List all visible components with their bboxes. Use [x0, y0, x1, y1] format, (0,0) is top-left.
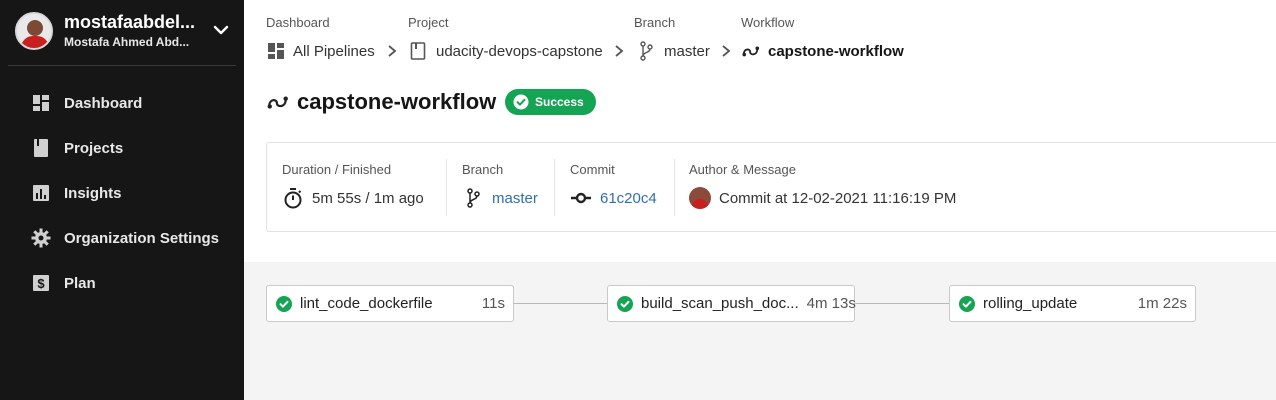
commit-link[interactable]: 61c20c4: [570, 187, 657, 209]
chevron-right-icon: [615, 45, 624, 57]
workflow-info-panel: Duration / Finished 5m 55s / 1m ago Bran…: [266, 142, 1276, 232]
breadcrumb-text: udacity-devops-capstone: [436, 42, 603, 60]
status-badge: Success: [505, 89, 596, 115]
job-build-scan-push[interactable]: build_scan_push_doc... 4m 13s: [607, 285, 856, 322]
duration-text: 5m 55s / 1m ago: [312, 189, 424, 207]
status-text: Success: [535, 95, 584, 109]
user-avatar: [15, 12, 53, 50]
chevron-down-icon[interactable]: [212, 21, 230, 39]
sidebar: mostafaabdel... Mostafa Ahmed Abd... Das…: [0, 0, 244, 400]
timer-icon: [282, 187, 304, 209]
job-name: rolling_update: [983, 295, 1078, 312]
sidebar-item-label: Plan: [64, 274, 96, 292]
book-icon: [30, 137, 52, 159]
sidebar-item-insights[interactable]: Insights: [30, 178, 230, 208]
commit-icon: [570, 187, 592, 209]
workflow-icon: [267, 91, 289, 113]
breadcrumb-text: All Pipelines: [293, 42, 375, 60]
check-circle-icon: [276, 295, 292, 312]
job-duration: 1m 22s: [1137, 295, 1187, 312]
sidebar-item-label: Projects: [64, 139, 124, 157]
sidebar-item-plan[interactable]: $ Plan: [30, 268, 230, 298]
breadcrumb-label-project: Project: [408, 15, 449, 30]
job-lint-code-dockerfile[interactable]: lint_code_dockerfile 11s: [266, 285, 514, 322]
page-title: capstone-workflow: [267, 88, 496, 116]
svg-text:$: $: [37, 276, 45, 291]
commit-message-text: Commit at 12-02-2021 11:16:19 PM: [719, 189, 957, 207]
workflow-header: Dashboard Project Branch Workflow All Pi…: [244, 0, 1276, 262]
dashboard-icon: [30, 92, 52, 114]
info-divider: [674, 159, 675, 216]
info-divider: [554, 159, 555, 216]
job-connector: [514, 303, 608, 304]
sidebar-item-label: Organization Settings: [64, 229, 220, 247]
bar-chart-icon: [30, 182, 52, 204]
branch-text: master: [492, 189, 538, 207]
user-full-name: Mostafa Ahmed Abd...: [64, 35, 190, 49]
sidebar-item-organization-settings[interactable]: Organization Settings: [30, 223, 230, 253]
breadcrumb-text: capstone-workflow: [768, 42, 904, 60]
check-circle-icon: [959, 295, 975, 312]
job-duration: 11s: [481, 295, 505, 312]
author-label: Author & Message: [689, 162, 796, 177]
username: mostafaabdel...: [64, 12, 196, 32]
breadcrumb-all-pipelines[interactable]: All Pipelines: [267, 40, 375, 62]
job-name: lint_code_dockerfile: [300, 295, 433, 312]
commit-text: 61c20c4: [600, 189, 657, 207]
branch-link[interactable]: master: [462, 187, 538, 209]
check-circle-icon: [513, 94, 529, 110]
workflow-name: capstone-workflow: [297, 89, 497, 114]
info-divider: [446, 159, 447, 216]
breadcrumb-workflow[interactable]: capstone-workflow: [742, 40, 904, 62]
breadcrumb-label-branch: Branch: [634, 15, 676, 30]
breadcrumb-text: master: [664, 42, 710, 60]
sidebar-item-label: Dashboard: [64, 94, 143, 112]
branch-icon: [638, 41, 656, 61]
breadcrumb-branch[interactable]: master: [638, 40, 710, 62]
job-name: build_scan_push_doc...: [641, 295, 799, 312]
chevron-right-icon: [388, 45, 397, 57]
check-circle-icon: [617, 295, 633, 312]
workflow-graph: lint_code_dockerfile 11s build_scan_push…: [244, 262, 1276, 400]
duration-label: Duration / Finished: [282, 162, 392, 177]
duration-value: 5m 55s / 1m ago: [282, 187, 424, 209]
job-connector: [855, 303, 950, 304]
job-rolling-update[interactable]: rolling_update 1m 22s: [949, 285, 1196, 322]
branch-label: Branch: [462, 162, 504, 177]
gear-icon: [30, 227, 52, 249]
book-icon: [410, 42, 428, 60]
dollar-icon: $: [30, 272, 52, 294]
branch-icon: [462, 187, 484, 209]
author-avatar: [689, 187, 711, 209]
main-content: Dashboard Project Branch Workflow All Pi…: [244, 0, 1276, 400]
breadcrumb-label-workflow: Workflow: [741, 15, 795, 30]
workflow-icon: [742, 42, 760, 60]
commit-label: Commit: [570, 162, 615, 177]
sidebar-item-label: Insights: [64, 184, 122, 202]
breadcrumb-project[interactable]: udacity-devops-capstone: [410, 40, 603, 62]
sidebar-divider: [8, 65, 236, 66]
sidebar-item-dashboard[interactable]: Dashboard: [30, 88, 230, 118]
user-menu[interactable]: mostafaabdel... Mostafa Ahmed Abd...: [15, 12, 237, 52]
sidebar-item-projects[interactable]: Projects: [30, 133, 230, 163]
author-message: Commit at 12-02-2021 11:16:19 PM: [689, 187, 956, 209]
job-duration: 4m 13s: [806, 295, 856, 312]
chevron-right-icon: [722, 45, 731, 57]
dashboard-icon: [267, 42, 285, 60]
breadcrumb-label-dashboard: Dashboard: [266, 15, 330, 30]
